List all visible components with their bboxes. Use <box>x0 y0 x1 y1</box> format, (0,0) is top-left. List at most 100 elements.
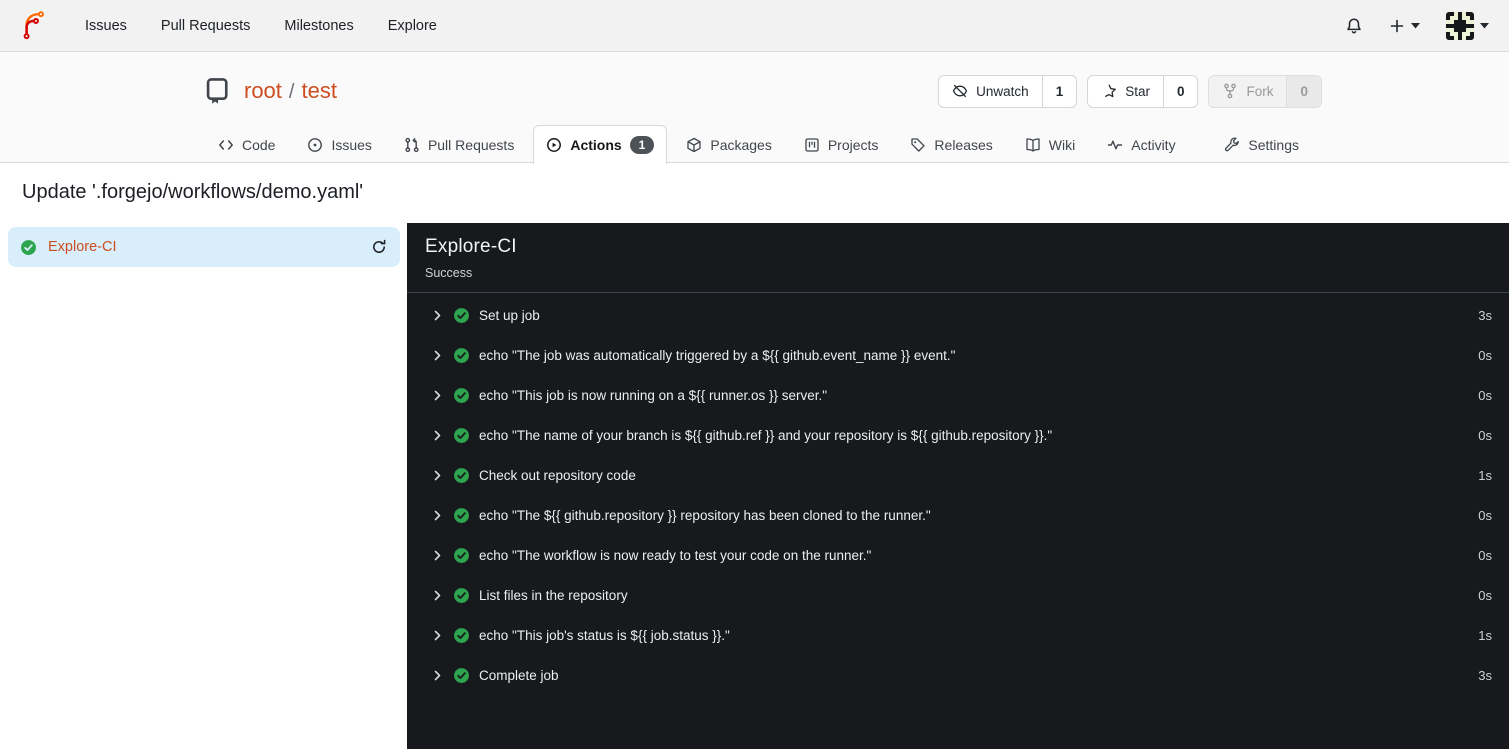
tab-code[interactable]: Code <box>205 125 288 164</box>
repo-owner-link[interactable]: root <box>244 78 282 104</box>
workflow-step-row[interactable]: echo "The name of your branch is ${{ git… <box>407 415 1509 455</box>
forgejo-logo-icon[interactable] <box>20 10 50 41</box>
tab-releases[interactable]: Releases <box>897 125 1005 164</box>
tab-projects[interactable]: Projects <box>791 125 892 164</box>
chevron-right-icon[interactable] <box>431 629 444 642</box>
tab-label: Code <box>242 137 276 153</box>
navbar-right <box>1345 11 1489 40</box>
nav-item-issues[interactable]: Issues <box>68 0 144 52</box>
repo-header: root / test Unwatch 1 Star 0 Fork 0 Code… <box>0 52 1509 164</box>
tab-settings[interactable]: Settings <box>1211 125 1312 164</box>
step-success-icon <box>453 347 470 364</box>
chevron-right-icon[interactable] <box>431 309 444 322</box>
step-success-icon <box>453 467 470 484</box>
chevron-right-icon[interactable] <box>431 429 444 442</box>
step-label: Complete job <box>479 667 559 683</box>
tab-label: Pull Requests <box>427 137 515 153</box>
star-label: Star <box>1125 83 1150 99</box>
book-icon <box>1026 138 1040 152</box>
fork-button: Fork 0 <box>1208 74 1322 108</box>
step-success-icon <box>453 387 470 404</box>
repo-name-link[interactable]: test <box>301 78 336 104</box>
step-success-icon <box>453 667 470 684</box>
plus-icon <box>1390 19 1404 32</box>
issue-icon <box>308 138 323 152</box>
step-duration: 0s <box>1478 547 1492 563</box>
run-log-panel: Explore-CI Success Set up job 3s echo "T… <box>407 223 1509 749</box>
step-duration: 3s <box>1478 307 1492 323</box>
workflow-step-row[interactable]: Complete job 3s <box>407 655 1509 695</box>
nav-item-milestones[interactable]: Milestones <box>267 0 370 52</box>
unwatch-button[interactable]: Unwatch 1 <box>938 74 1078 108</box>
workflow-step-row[interactable]: List files in the repository 0s <box>407 575 1509 615</box>
step-label: echo "This job's status is ${{ job.statu… <box>479 627 730 643</box>
chevron-right-icon[interactable] <box>431 549 444 562</box>
step-label: echo "The job was automatically triggere… <box>479 347 956 363</box>
tab-label: Wiki <box>1048 137 1076 153</box>
workflow-step-row[interactable]: echo "This job is now running on a ${{ r… <box>407 375 1509 415</box>
fork-count: 0 <box>1286 75 1321 107</box>
tab-label: Projects <box>827 137 879 153</box>
jobs-sidebar: Explore-CI <box>0 223 407 749</box>
step-label: List files in the repository <box>479 587 628 603</box>
nav-item-pull-requests[interactable]: Pull Requests <box>144 0 267 52</box>
notifications-bell-icon[interactable] <box>1345 17 1363 35</box>
tab-label: Settings <box>1248 137 1299 153</box>
eye-slash-icon <box>952 84 968 98</box>
tab-actions[interactable]: Actions 1 <box>533 125 668 164</box>
tab-packages[interactable]: Packages <box>673 125 784 164</box>
job-item-explore-ci[interactable]: Explore-CI <box>8 227 400 267</box>
run-panel-header: Explore-CI Success <box>407 223 1509 293</box>
watch-count[interactable]: 1 <box>1041 75 1077 107</box>
workflow-step-row[interactable]: Check out repository code 1s <box>407 455 1509 495</box>
run-title: Explore-CI <box>425 236 517 257</box>
star-button[interactable]: Star 0 <box>1087 74 1199 108</box>
nav-item-explore[interactable]: Explore <box>371 0 454 52</box>
chevron-right-icon[interactable] <box>431 389 444 402</box>
unwatch-label: Unwatch <box>976 83 1029 99</box>
star-count[interactable]: 0 <box>1162 75 1198 107</box>
step-duration: 1s <box>1478 467 1492 483</box>
code-icon <box>219 140 233 150</box>
workflow-step-row[interactable]: echo "This job's status is ${{ job.statu… <box>407 615 1509 655</box>
step-success-icon <box>453 427 470 444</box>
step-duration: 3s <box>1478 667 1492 683</box>
tag-icon <box>911 138 926 152</box>
step-success-icon <box>453 627 470 644</box>
job-label: Explore-CI <box>48 239 117 255</box>
step-success-icon <box>453 507 470 524</box>
chevron-down-icon <box>1480 22 1489 28</box>
page-title: Update '.forgejo/workflows/demo.yaml' <box>22 181 364 203</box>
user-avatar[interactable] <box>1446 11 1474 40</box>
chevron-right-icon[interactable] <box>431 669 444 682</box>
workflow-step-row[interactable]: echo "The job was automatically triggere… <box>407 335 1509 375</box>
step-label: echo "The name of your branch is ${{ git… <box>479 427 1053 443</box>
refresh-icon[interactable] <box>371 239 387 255</box>
fork-icon <box>1224 83 1237 99</box>
chevron-right-icon[interactable] <box>431 469 444 482</box>
top-navbar: Issues Pull Requests Milestones Explore <box>0 0 1509 52</box>
tab-activity[interactable]: Activity <box>1094 125 1188 164</box>
tab-label: Actions <box>570 137 622 153</box>
tab-wiki[interactable]: Wiki <box>1012 125 1088 164</box>
actions-count-badge: 1 <box>629 136 655 154</box>
step-duration: 0s <box>1478 507 1492 523</box>
step-duration: 0s <box>1478 587 1492 603</box>
chevron-right-icon[interactable] <box>431 589 444 602</box>
pull-request-icon <box>405 137 419 153</box>
workflow-step-row[interactable]: Set up job 3s <box>407 295 1509 335</box>
tab-pull-requests[interactable]: Pull Requests <box>391 125 527 164</box>
chevron-down-icon <box>1411 22 1420 28</box>
run-layout: Explore-CI Explore-CI Success Set up job <box>0 223 1509 749</box>
user-menu-dropdown[interactable] <box>1446 11 1489 40</box>
create-new-dropdown[interactable] <box>1389 18 1420 34</box>
tab-issues[interactable]: Issues <box>294 125 384 164</box>
repo-action-buttons: Unwatch 1 Star 0 Fork 0 <box>938 74 1322 108</box>
pulse-icon <box>1108 140 1123 150</box>
chevron-right-icon[interactable] <box>431 349 444 362</box>
workflow-step-row[interactable]: echo "The ${{ github.repository }} repos… <box>407 495 1509 535</box>
tab-label: Issues <box>331 137 372 153</box>
workflow-step-row[interactable]: echo "The workflow is now ready to test … <box>407 535 1509 575</box>
chevron-right-icon[interactable] <box>431 509 444 522</box>
step-label: Check out repository code <box>479 467 636 483</box>
